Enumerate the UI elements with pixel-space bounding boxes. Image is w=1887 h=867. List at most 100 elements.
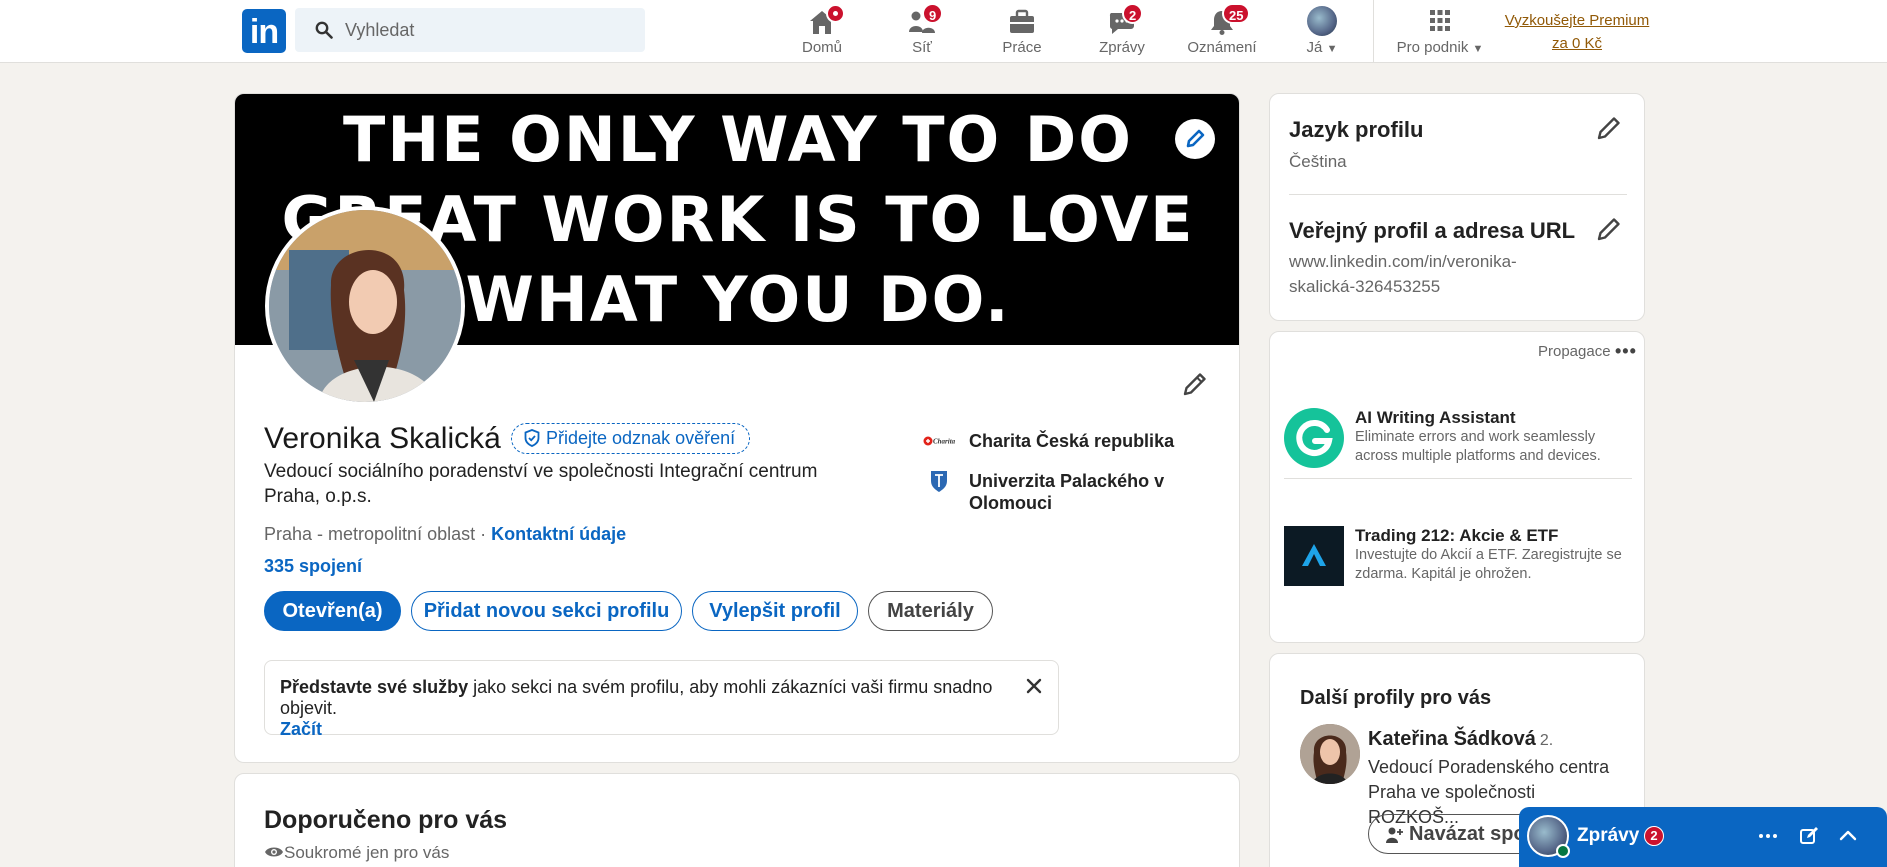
ad-description: Eliminate errors and work seamlessly acr… — [1355, 429, 1601, 464]
trading212-logo[interactable] — [1284, 526, 1344, 586]
recommended-card: Doporučeno pro vás Soukromé jen pro vás — [234, 773, 1240, 867]
public-profile-url[interactable]: www.linkedin.com/in/veronika- skalická-3… — [1289, 249, 1517, 299]
chevron-down-icon: ▼ — [1326, 43, 1338, 55]
pencil-icon — [1186, 129, 1205, 148]
profile-language-value: Čeština — [1289, 152, 1347, 171]
avatar-icon — [1307, 6, 1337, 36]
edit-language-pencil-icon[interactable] — [1595, 114, 1623, 142]
nav-network[interactable]: 9 Síť — [890, 0, 954, 62]
promoted-card: Propagace ••• AI Writing Assistant Elimi… — [1269, 331, 1645, 643]
banner-line-1: THE ONLY WAY TO DO — [343, 103, 1133, 176]
shield-check-icon — [524, 429, 540, 447]
notice-bold: Představte své služby — [280, 677, 469, 697]
connection-degree: 2. — [1539, 732, 1554, 749]
search-placeholder: Vyhledat — [345, 20, 415, 40]
linkedin-logo[interactable]: in — [242, 9, 286, 53]
divider — [1284, 478, 1632, 479]
grammarly-logo[interactable] — [1284, 408, 1344, 468]
enhance-profile-button[interactable]: Vylepšit profil — [692, 591, 858, 631]
grid-icon — [1430, 10, 1450, 31]
edit-intro-button[interactable] — [1180, 369, 1210, 399]
open-to-button[interactable]: Otevřen(a) — [264, 591, 401, 631]
org-name: Univerzita Palackého v Olomouci — [969, 471, 1165, 513]
org-name: Charita Česká republika — [969, 431, 1175, 451]
edit-banner-button[interactable] — [1175, 119, 1215, 159]
nav-me-label: Já ▼ — [1306, 39, 1338, 56]
nav-me[interactable]: Já ▼ — [1290, 0, 1354, 62]
online-status-icon — [1556, 844, 1570, 858]
messaging-overlay[interactable]: Zprávy 2 — [1519, 807, 1887, 867]
more-options-icon[interactable] — [1757, 825, 1779, 847]
suggested-profile-name[interactable]: Kateřina Šádková 2. — [1368, 728, 1553, 751]
contact-info-link[interactable]: Kontaktní údaje — [491, 524, 626, 544]
suggested-profile-avatar[interactable] — [1300, 724, 1360, 784]
pencil-icon — [1183, 373, 1206, 396]
public-url-line-2: skalická-326453255 — [1289, 277, 1441, 296]
location-text: Praha - metropolitní oblast · — [264, 524, 492, 544]
recommended-title: Doporučeno pro vás — [264, 806, 508, 834]
profile-location: Praha - metropolitní oblast · Kontaktní … — [264, 524, 626, 545]
briefcase-icon — [1010, 9, 1034, 33]
premium-line-2: za 0 Kč — [1551, 35, 1603, 52]
public-url-line-1: www.linkedin.com/in/veronika- — [1289, 252, 1517, 271]
messaging-overlay-badge: 2 — [1644, 826, 1664, 846]
connect-label: Navázat spo — [1409, 823, 1526, 845]
nav-messaging[interactable]: 2 Zprávy — [1090, 0, 1154, 62]
top-nav: in Vyhledat Domů 9 Síť Práce 2 Zprávy 25… — [0, 0, 1887, 63]
public-profile-title: Veřejný profil a adresa URL — [1289, 218, 1576, 243]
premium-line-1: Vyzkoušejte Premium — [1504, 12, 1650, 29]
nav-network-label: Síť — [912, 39, 932, 56]
profile-language-title: Jazyk profilu — [1289, 117, 1424, 142]
messaging-label: Zprávy — [1577, 825, 1640, 846]
suggested-profile-photo — [1300, 724, 1360, 784]
network-badge: 9 — [922, 3, 944, 24]
edit-url-pencil-icon[interactable] — [1595, 215, 1623, 243]
profile-headline: Vedoucí sociálního poradenství ve společ… — [264, 461, 818, 507]
add-person-icon — [1386, 827, 1403, 843]
eye-icon — [265, 847, 283, 857]
add-profile-section-button[interactable]: Přidat novou sekci profilu — [411, 591, 682, 631]
chevron-down-icon: ▼ — [1472, 43, 1484, 55]
recommended-subtitle-text: Soukromé jen pro vás — [284, 843, 450, 862]
nav-for-business[interactable]: Pro podnik ▼ — [1385, 0, 1495, 62]
nav-home[interactable]: Domů — [790, 0, 854, 62]
more-options-icon[interactable]: ••• — [1615, 341, 1637, 362]
profile-name: Veronika Skalická — [264, 422, 501, 455]
nav-jobs[interactable]: Práce — [990, 0, 1054, 62]
messaging-badge: 2 — [1122, 3, 1144, 24]
compose-icon[interactable] — [1798, 825, 1820, 847]
search-icon — [315, 21, 333, 39]
profile-card: THE ONLY WAY TO DO GREAT WORK IS TO LOVE… — [234, 93, 1240, 763]
premium-link[interactable]: Vyzkoušejte Premium za 0 Kč — [1497, 9, 1657, 55]
university-logo — [931, 471, 947, 492]
profile-settings-card: Jazyk profilu Čeština Veřejný profil a a… — [1269, 93, 1645, 321]
close-icon[interactable] — [1024, 676, 1044, 696]
ad-title[interactable]: Trading 212: Akcie & ETF — [1355, 526, 1558, 546]
connections-link[interactable]: 335 spojení — [264, 556, 362, 577]
notice-start-link[interactable]: Začít — [280, 719, 322, 739]
profile-photo-image — [269, 210, 461, 402]
more-profiles-title: Další profily pro vás — [1300, 687, 1492, 709]
search-input[interactable]: Vyhledat — [295, 8, 645, 52]
nav-for-business-label: Pro podnik ▼ — [1396, 39, 1484, 56]
ad-title[interactable]: AI Writing Assistant — [1355, 408, 1516, 428]
resources-button[interactable]: Materiály — [868, 591, 993, 631]
nav-home-label: Domů — [801, 39, 842, 56]
services-notice-text: Představte své služby jako sekci na svém… — [280, 677, 1020, 740]
nav-notifications[interactable]: 25 Oznámení — [1180, 0, 1264, 62]
ad-description: Investujte do Akcií a ETF. Zaregistrujte… — [1355, 547, 1622, 582]
svg-text:Charita: Charita — [933, 438, 956, 446]
divider — [1289, 194, 1627, 195]
promoted-label: Propagace — [1538, 343, 1611, 360]
home-badge — [826, 4, 845, 23]
recommended-subtitle: Soukromé jen pro vás — [264, 843, 449, 863]
services-notice: Představte své služby jako sekci na svém… — [264, 660, 1059, 739]
nav-divider — [1373, 0, 1374, 62]
chevron-up-icon[interactable] — [1837, 825, 1859, 847]
suggested-name-text: Kateřina Šádková — [1368, 728, 1536, 750]
verify-badge-label: Přidejte odznak ověření — [546, 428, 736, 448]
nav-messaging-label: Zprávy — [1099, 39, 1145, 56]
profile-photo[interactable] — [265, 206, 465, 406]
add-verification-badge-button[interactable]: Přidejte odznak ověření — [511, 423, 751, 454]
nav-jobs-label: Práce — [1002, 39, 1042, 56]
